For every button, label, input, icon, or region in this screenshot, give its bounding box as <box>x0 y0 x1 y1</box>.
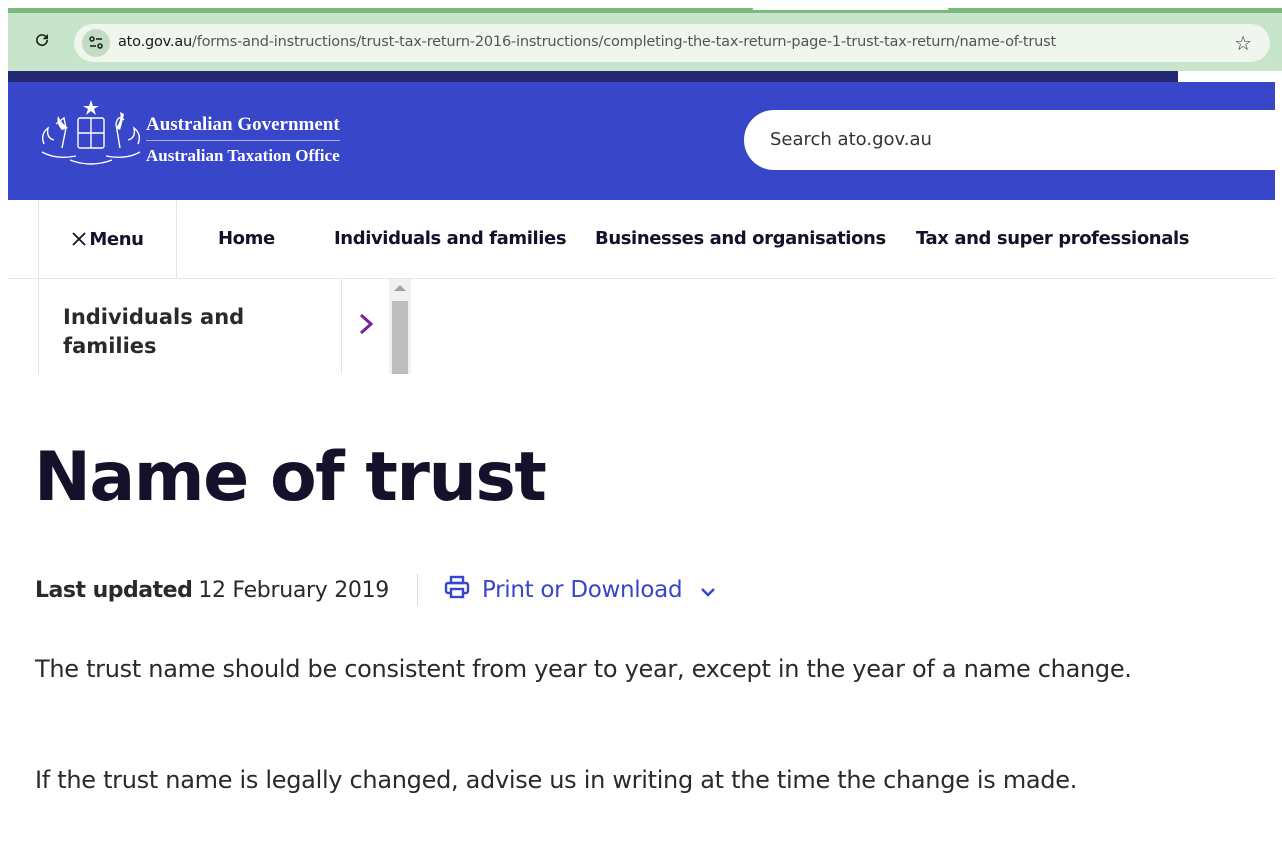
scroll-up-arrow-icon[interactable] <box>394 285 406 291</box>
reload-icon[interactable] <box>32 31 52 51</box>
nav-item-home[interactable]: Home <box>218 228 275 249</box>
brand-line-government: Australian Government <box>146 114 340 141</box>
header-top-gap <box>1178 71 1282 82</box>
site-header: Australian Government Australian Taxatio… <box>8 82 1282 200</box>
tab-strip <box>0 0 1282 14</box>
url-text[interactable]: ato.gov.au/forms-and-instructions/trust-… <box>118 34 1056 50</box>
primary-nav: Menu Home Individuals and families Busin… <box>8 200 1275 279</box>
meta-divider <box>416 574 418 606</box>
menu-label: Menu <box>89 229 144 250</box>
close-icon <box>71 227 87 253</box>
nav-item-businesses[interactable]: Businesses and organisations <box>595 228 886 249</box>
menu-item-individuals[interactable]: Individuals and families <box>63 303 303 361</box>
url-path: /forms-and-instructions/trust-tax-return… <box>192 34 1056 50</box>
search-input[interactable]: Search ato.gov.au <box>744 110 1282 170</box>
page-meta: Last updated 12 February 2019 Print or D… <box>35 574 716 606</box>
search-placeholder: Search ato.gov.au <box>770 129 932 150</box>
menu-dropdown: Individuals and families <box>38 279 411 374</box>
browser-toolbar: ato.gov.au/forms-and-instructions/trust-… <box>8 10 1282 71</box>
print-download-button[interactable]: Print or Download <box>444 575 716 605</box>
chevron-right-icon <box>359 313 373 340</box>
paragraph: The trust name should be consistent from… <box>35 655 1132 683</box>
scroll-thumb[interactable] <box>392 301 408 374</box>
printer-icon <box>444 575 470 605</box>
menu-button[interactable]: Menu <box>38 200 177 279</box>
page-title: Name of trust <box>34 438 547 517</box>
address-bar[interactable]: ato.gov.au/forms-and-instructions/trust-… <box>74 24 1270 62</box>
chevron-down-icon <box>700 578 716 603</box>
header-top-stripe <box>8 71 1178 82</box>
last-updated-label: Last updated <box>35 577 193 603</box>
url-host: ato.gov.au <box>118 34 193 50</box>
tune-icon[interactable] <box>82 29 110 57</box>
brand[interactable]: Australian Government Australian Taxatio… <box>146 114 340 166</box>
menu-item-expand-button[interactable] <box>341 279 389 374</box>
star-icon[interactable]: ☆ <box>1234 31 1252 56</box>
nav-item-individuals[interactable]: Individuals and families <box>334 228 567 249</box>
nav-item-tax-professionals[interactable]: Tax and super professionals <box>916 228 1189 249</box>
brand-line-ato: Australian Taxation Office <box>146 146 340 165</box>
paragraph: If the trust name is legally changed, ad… <box>35 766 1078 794</box>
print-download-label: Print or Download <box>481 577 683 603</box>
menu-scrollbar[interactable] <box>389 279 411 374</box>
coat-of-arms-icon[interactable] <box>36 94 146 174</box>
last-updated-date: 12 February 2019 <box>198 577 389 603</box>
